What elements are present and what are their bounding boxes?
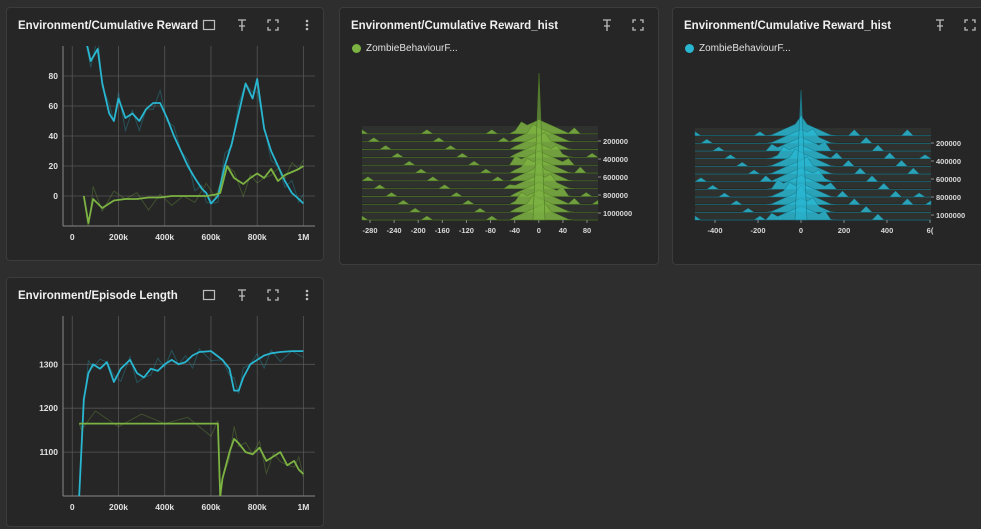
x-tick-label: 0: [70, 502, 75, 512]
y-tick-label: 200000: [936, 139, 961, 148]
y-tick-label: 600000: [603, 173, 628, 182]
y-tick-label: 40: [49, 131, 59, 141]
y-tick-label: 60: [49, 101, 59, 111]
y-tick-label: 80: [49, 71, 59, 81]
x-tick-label: 400: [881, 226, 894, 235]
x-tick-label: -80: [485, 226, 496, 235]
x-tick-label: -40: [509, 226, 520, 235]
x-tick-label: 1M: [298, 232, 310, 242]
y-tick-label: 20: [49, 161, 59, 171]
series-line: [79, 422, 305, 496]
y-tick-label: 200000: [603, 137, 628, 146]
y-tick-label: 1200: [39, 403, 58, 413]
y-tick-label: 400000: [936, 157, 961, 166]
series-line: [86, 46, 305, 205]
reward-line-chart[interactable]: 0 200k 400k 600k 800k 1M 0 20 40 60 80: [7, 8, 324, 261]
x-tick-label: -120: [459, 226, 474, 235]
x-tick-label: 6(: [927, 226, 934, 235]
cyan-histogram-chart[interactable]: -400 -200 0 200 400 6( 200000 400000 600000 80000…: [673, 8, 981, 265]
card-reward-hist-green: Environment/Cumulative Reward_hist Zombi…: [339, 7, 659, 265]
y-tick-label: 800000: [936, 193, 961, 202]
x-tick-label: -200: [411, 226, 426, 235]
y-tick-label: 1000000: [936, 211, 965, 220]
x-tick-label: 200k: [109, 232, 128, 242]
card-reward-hist-cyan: Environment/Cumulative Reward_hist Zombi…: [672, 7, 981, 265]
card-episode-length: Environment/Episode Length 0 200k 400k 600k…: [6, 277, 324, 527]
x-tick-label: 600k: [202, 232, 221, 242]
x-tick-label: 0: [70, 232, 75, 242]
x-tick-label: -280: [362, 226, 377, 235]
x-tick-label: 1M: [298, 502, 310, 512]
x-tick-label: 400k: [155, 232, 174, 242]
y-tick-label: 0: [53, 191, 58, 201]
card-cumulative-reward: Environment/Cumulative Reward 0 200k 400k 6…: [6, 7, 324, 261]
x-tick-label: 40: [559, 226, 567, 235]
y-tick-label: 1000000: [603, 209, 632, 218]
x-tick-label: -240: [387, 226, 402, 235]
x-tick-label: -160: [435, 226, 450, 235]
x-tick-label: 200k: [109, 502, 128, 512]
x-tick-label: 800k: [248, 502, 267, 512]
episode-length-line-chart[interactable]: 0 200k 400k 600k 800k 1M 1100 1200 1300: [7, 278, 324, 527]
y-tick-label: 1100: [40, 447, 59, 457]
y-tick-label: 800000: [603, 191, 628, 200]
x-tick-label: 800k: [248, 232, 267, 242]
x-tick-label: 0: [537, 226, 541, 235]
x-tick-label: -400: [707, 226, 722, 235]
x-tick-label: 200: [838, 226, 851, 235]
x-tick-label: 80: [583, 226, 591, 235]
y-tick-label: 1300: [39, 359, 58, 369]
x-tick-label: 400k: [155, 502, 174, 512]
green-histogram-chart[interactable]: -280 -240 -200 -160 -120 -80 -40 0 40 80 200000 400…: [340, 8, 659, 265]
x-tick-label: -200: [750, 226, 765, 235]
y-tick-label: 400000: [603, 155, 628, 164]
y-tick-label: 600000: [936, 175, 961, 184]
x-tick-label: 0: [799, 226, 803, 235]
x-tick-label: 600k: [202, 502, 221, 512]
